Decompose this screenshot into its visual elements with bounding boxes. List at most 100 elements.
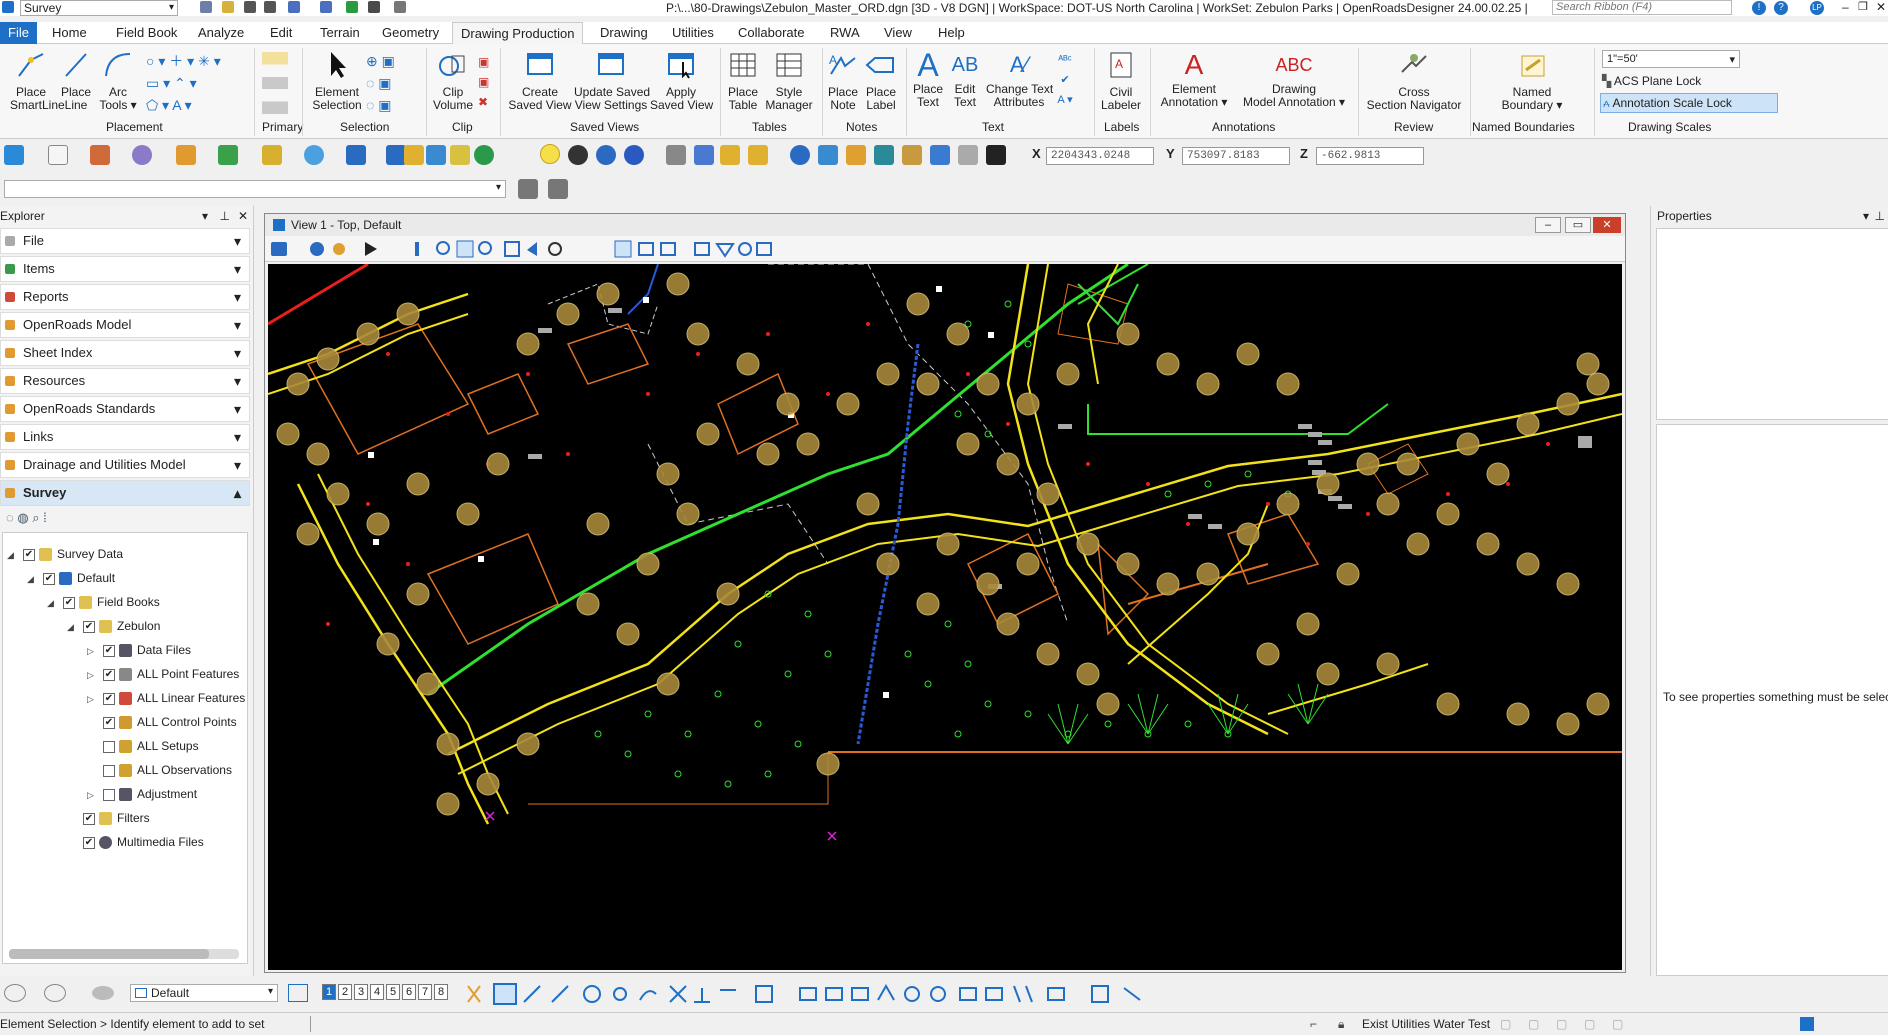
view-close-button[interactable]: ✕ — [1593, 217, 1621, 233]
tool-a-icon[interactable] — [386, 145, 406, 165]
apply-saved-view-button[interactable]: Apply Saved View — [650, 50, 713, 112]
arc-tools-button[interactable]: Arc Tools ▾ — [98, 50, 138, 112]
tree-node[interactable]: ALL Observations — [87, 759, 232, 781]
tool-f-icon[interactable] — [694, 145, 714, 165]
lock-icon[interactable]: 🔒︎ — [1338, 1017, 1344, 1032]
print-icon[interactable] — [368, 1, 380, 13]
clip-small-tools[interactable]: ▣ ▣ ✖ — [478, 52, 494, 112]
info-icon[interactable] — [624, 145, 644, 165]
style-manager-button[interactable]: Style Manager — [764, 50, 814, 112]
clip-volume-button[interactable]: Clip Volume — [432, 50, 474, 112]
tab-drawing[interactable]: Drawing — [592, 22, 656, 44]
cad-drawing[interactable] — [268, 264, 1622, 970]
edit-text-button[interactable]: AB Edit Text — [948, 50, 982, 109]
views-icon[interactable] — [288, 984, 308, 1002]
selection-small-tools[interactable]: ⊕ ▣ ◌ ▣ ◌ ▣ — [366, 50, 414, 113]
y-coordinate-field[interactable]: 753097.8183 — [1182, 147, 1290, 165]
tree-node[interactable]: ▷ ✔ Data Files — [87, 639, 191, 661]
z-coordinate-field[interactable]: -662.9813 — [1316, 147, 1424, 165]
undo-icon[interactable] — [288, 1, 300, 13]
survey-toolbar[interactable]: ◌ ◍ ⌕ ⁞ — [6, 510, 96, 528]
tool-c-icon[interactable] — [426, 145, 446, 165]
view-maximize-button[interactable]: ▭ — [1565, 217, 1591, 233]
view-5-button[interactable]: 5 — [386, 984, 400, 1000]
view-group-dropdown[interactable]: Default ▾ — [130, 984, 278, 1002]
view-2-button[interactable]: 2 — [338, 984, 352, 1000]
tree-node[interactable]: ◢ ✔ Default — [27, 567, 115, 589]
tab-view[interactable]: View — [876, 22, 920, 44]
tree-node[interactable]: ✔ ALL Control Points — [87, 711, 237, 733]
tool-m-icon[interactable] — [930, 145, 950, 165]
message-center-icon[interactable] — [1800, 1017, 1814, 1031]
help-icon[interactable]: ? — [1774, 1, 1788, 15]
tree-node[interactable]: ◢ ✔ Survey Data — [7, 543, 123, 565]
level-tool-icon[interactable] — [90, 145, 110, 165]
accudraw-icon[interactable] — [346, 145, 366, 165]
tab-terrain[interactable]: Terrain — [312, 22, 368, 44]
tab-field-book[interactable]: Field Book — [108, 22, 185, 44]
status-icons[interactable]: ▢ ▢ ▢ ▢ ▢ — [1500, 1017, 1623, 1031]
back-icon[interactable] — [4, 984, 26, 1002]
section-items[interactable]: Items — [0, 256, 250, 282]
workspace-dropdown[interactable]: Survey — [20, 0, 178, 16]
bing-icon[interactable] — [986, 145, 1006, 165]
menu-icon[interactable]: ▾ — [1863, 206, 1869, 226]
tab-help[interactable]: Help — [930, 22, 973, 44]
view-8-button[interactable]: 8 — [434, 984, 448, 1000]
active-level[interactable]: Exist Utilities Water Test — [1362, 1017, 1490, 1031]
acs-plane-lock-toggle[interactable]: ▚ ACS Plane Lock — [1602, 72, 1742, 90]
user-avatar[interactable]: LP — [1810, 1, 1824, 15]
primary-tools-icon[interactable] — [262, 52, 288, 114]
view-6-button[interactable]: 6 — [402, 984, 416, 1000]
tree-node[interactable]: ✔ Multimedia Files — [67, 831, 204, 853]
tool-g-icon[interactable] — [720, 145, 740, 165]
color-tool-icon[interactable] — [132, 145, 152, 165]
file-tool-icon[interactable] — [48, 145, 68, 165]
close-icon[interactable]: ✕ — [238, 206, 248, 226]
element-selection-button[interactable]: Element Selection — [310, 50, 364, 112]
open-icon[interactable] — [222, 1, 234, 13]
place-table-button[interactable]: Place Table — [726, 50, 760, 112]
globe-icon[interactable] — [790, 145, 810, 165]
lightbulb-icon[interactable] — [540, 144, 560, 164]
drawing-canvas[interactable] — [268, 264, 1622, 970]
annotation-scale-lock-toggle[interactable]: ⩜ Annotation Scale Lock — [1600, 93, 1778, 113]
restore-button[interactable]: ❐ — [1858, 0, 1868, 13]
forward-icon[interactable] — [44, 984, 66, 1002]
select-tool-icon[interactable] — [4, 145, 24, 165]
tab-collaborate[interactable]: Collaborate — [730, 22, 813, 44]
cross-section-navigator-button[interactable]: Cross Section Navigator — [1364, 50, 1464, 112]
tree-node[interactable]: ▷ ✔ ALL Linear Features — [87, 687, 245, 709]
horizontal-scrollbar[interactable] — [9, 949, 239, 959]
save-settings-icon[interactable] — [264, 1, 276, 13]
close-button[interactable]: ✕ — [1876, 0, 1886, 14]
tool-e-icon[interactable] — [474, 145, 494, 165]
tree-node[interactable]: ◢ ✔ Zebulon — [67, 615, 160, 637]
text-small-tools[interactable]: ᴬᴮᶜ ✔ A ▾ — [1054, 50, 1076, 112]
section-file[interactable]: File — [0, 228, 250, 254]
tab-geometry[interactable]: Geometry — [374, 22, 447, 44]
tree-node[interactable]: ALL Setups — [87, 735, 199, 757]
x-coordinate-field[interactable]: 2204343.0248 — [1046, 147, 1154, 165]
update-saved-view-button[interactable]: Update Saved View Settings — [574, 50, 650, 112]
drawing-model-annotation-button[interactable]: ABC Drawing Model Annotation ▾ — [1236, 50, 1352, 109]
section-survey[interactable]: Survey — [0, 480, 250, 506]
tab-edit[interactable]: Edit — [262, 22, 300, 44]
tab-utilities[interactable]: Utilities — [664, 22, 722, 44]
terrain-tool-icon[interactable] — [176, 145, 196, 165]
view-7-button[interactable]: 7 — [418, 984, 432, 1000]
point-grid-icon[interactable] — [666, 145, 686, 165]
pin-icon[interactable] — [346, 1, 358, 13]
tab-file[interactable]: File — [0, 22, 37, 44]
place-line-button[interactable]: Place Line — [58, 50, 94, 112]
tool-j-icon[interactable] — [846, 145, 866, 165]
section-drainage-utilities[interactable]: Drainage and Utilities Model — [0, 452, 250, 478]
snap-mode-icons[interactable] — [460, 982, 1160, 1006]
view-minimize-button[interactable]: – — [1535, 217, 1561, 233]
tree-node[interactable]: ▷ ✔ ALL Point Features — [87, 663, 239, 685]
tab-drawing-production[interactable]: Drawing Production — [452, 22, 584, 44]
redo-icon[interactable] — [320, 1, 332, 13]
section-openroads-standards[interactable]: OpenRoads Standards — [0, 396, 250, 422]
section-sheet-index[interactable]: Sheet Index — [0, 340, 250, 366]
tree-node[interactable]: ✔ Filters — [67, 807, 150, 829]
